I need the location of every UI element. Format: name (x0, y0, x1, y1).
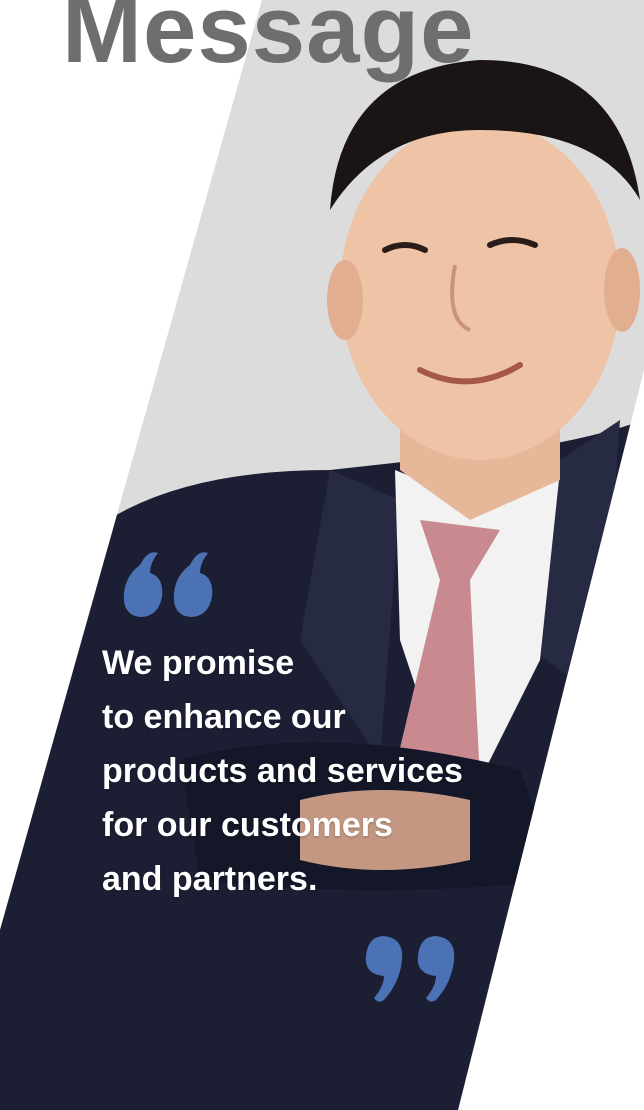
message-page: Message We promise to enhance our produc… (0, 0, 644, 1110)
quote-line: for our customers (102, 806, 393, 844)
quote-message: We promise to enhance our products and s… (102, 636, 572, 906)
portrait-photo (0, 0, 644, 1110)
quote-line: to enhance our (102, 698, 346, 736)
quote-line: and partners. (102, 860, 318, 898)
page-title: Message (62, 0, 475, 83)
quote-line: products and services (102, 752, 463, 790)
close-quote-icon (365, 936, 455, 1002)
open-quote-icon (123, 552, 213, 617)
quote-line: We promise (102, 644, 295, 682)
portrait-photo-panel (0, 0, 644, 1110)
